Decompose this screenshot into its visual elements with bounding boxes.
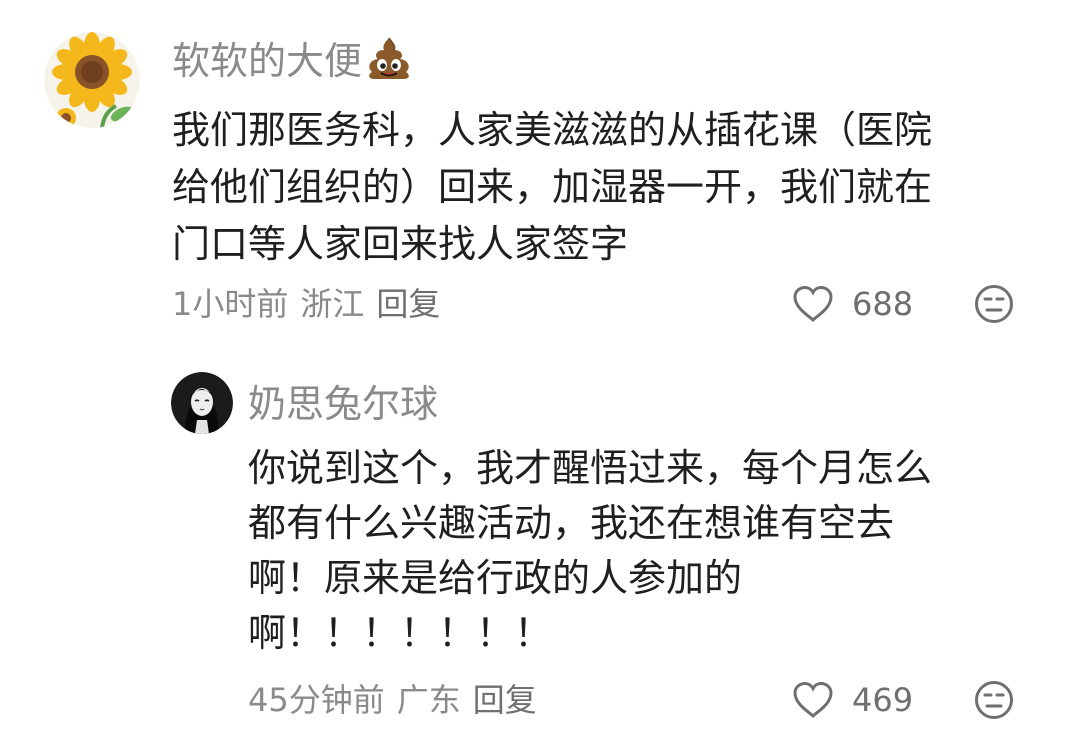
comment-text-line: 啊！！！！！！！ (248, 611, 553, 655)
unamused-face-icon (975, 681, 1013, 719)
comment-text-line: 给他们组织的）回来，加湿器一开，我们就在 (172, 165, 933, 209)
comment-username[interactable]: 软软的大便 (172, 36, 412, 91)
comment-meta: 45分钟前 广东 回复 (248, 678, 537, 722)
dislike-button[interactable] (974, 680, 1014, 720)
comment-time: 45分钟前 (248, 681, 385, 719)
anime-girl-avatar-image (171, 372, 233, 434)
unamused-face-icon (975, 285, 1013, 323)
comment-text-line: 门口等人家回来找人家签字 (172, 222, 629, 266)
pile-of-poo-icon (366, 36, 412, 91)
dislike-button[interactable] (974, 284, 1014, 324)
like-count: 688 (852, 285, 914, 323)
comment-text-line: 你说到这个，我才醒悟过来，每个月怎么 (248, 446, 933, 490)
comment-location: 浙江 (300, 285, 365, 323)
username-text: 软软的大便 (172, 39, 363, 83)
comment-time: 1小时前 (172, 285, 289, 323)
comment-meta: 1小时前 浙江 回复 (172, 282, 440, 326)
comment-location: 广东 (396, 681, 461, 719)
comment-username[interactable]: 奶思兔尔球 (248, 380, 438, 428)
like-button[interactable]: 469 (792, 678, 913, 722)
sunflower-avatar-image (44, 32, 140, 128)
anime-girl-avatar[interactable] (171, 372, 233, 434)
reply-button[interactable]: 回复 (376, 285, 440, 323)
comment-text: 我们那医务科，人家美滋滋的从插花课（医院 给他们组织的）回来，加湿器一开，我们就… (172, 102, 932, 273)
heart-icon (793, 681, 833, 719)
heart-icon (793, 285, 833, 323)
comment-text-line: 都有什么兴趣活动，我还在想谁有空去 (248, 501, 895, 545)
like-button[interactable]: 688 (792, 282, 913, 326)
comment-text-line: 啊！原来是给行政的人参加的 (248, 556, 743, 600)
like-count: 469 (852, 681, 914, 719)
comment-text: 你说到这个，我才醒悟过来，每个月怎么 都有什么兴趣活动，我还在想谁有空去 啊！原… (248, 441, 932, 661)
comment-text-line: 我们那医务科，人家美滋滋的从插花课（医院 (172, 108, 933, 152)
reply-button[interactable]: 回复 (473, 681, 537, 719)
sunflower-avatar[interactable] (44, 32, 140, 128)
